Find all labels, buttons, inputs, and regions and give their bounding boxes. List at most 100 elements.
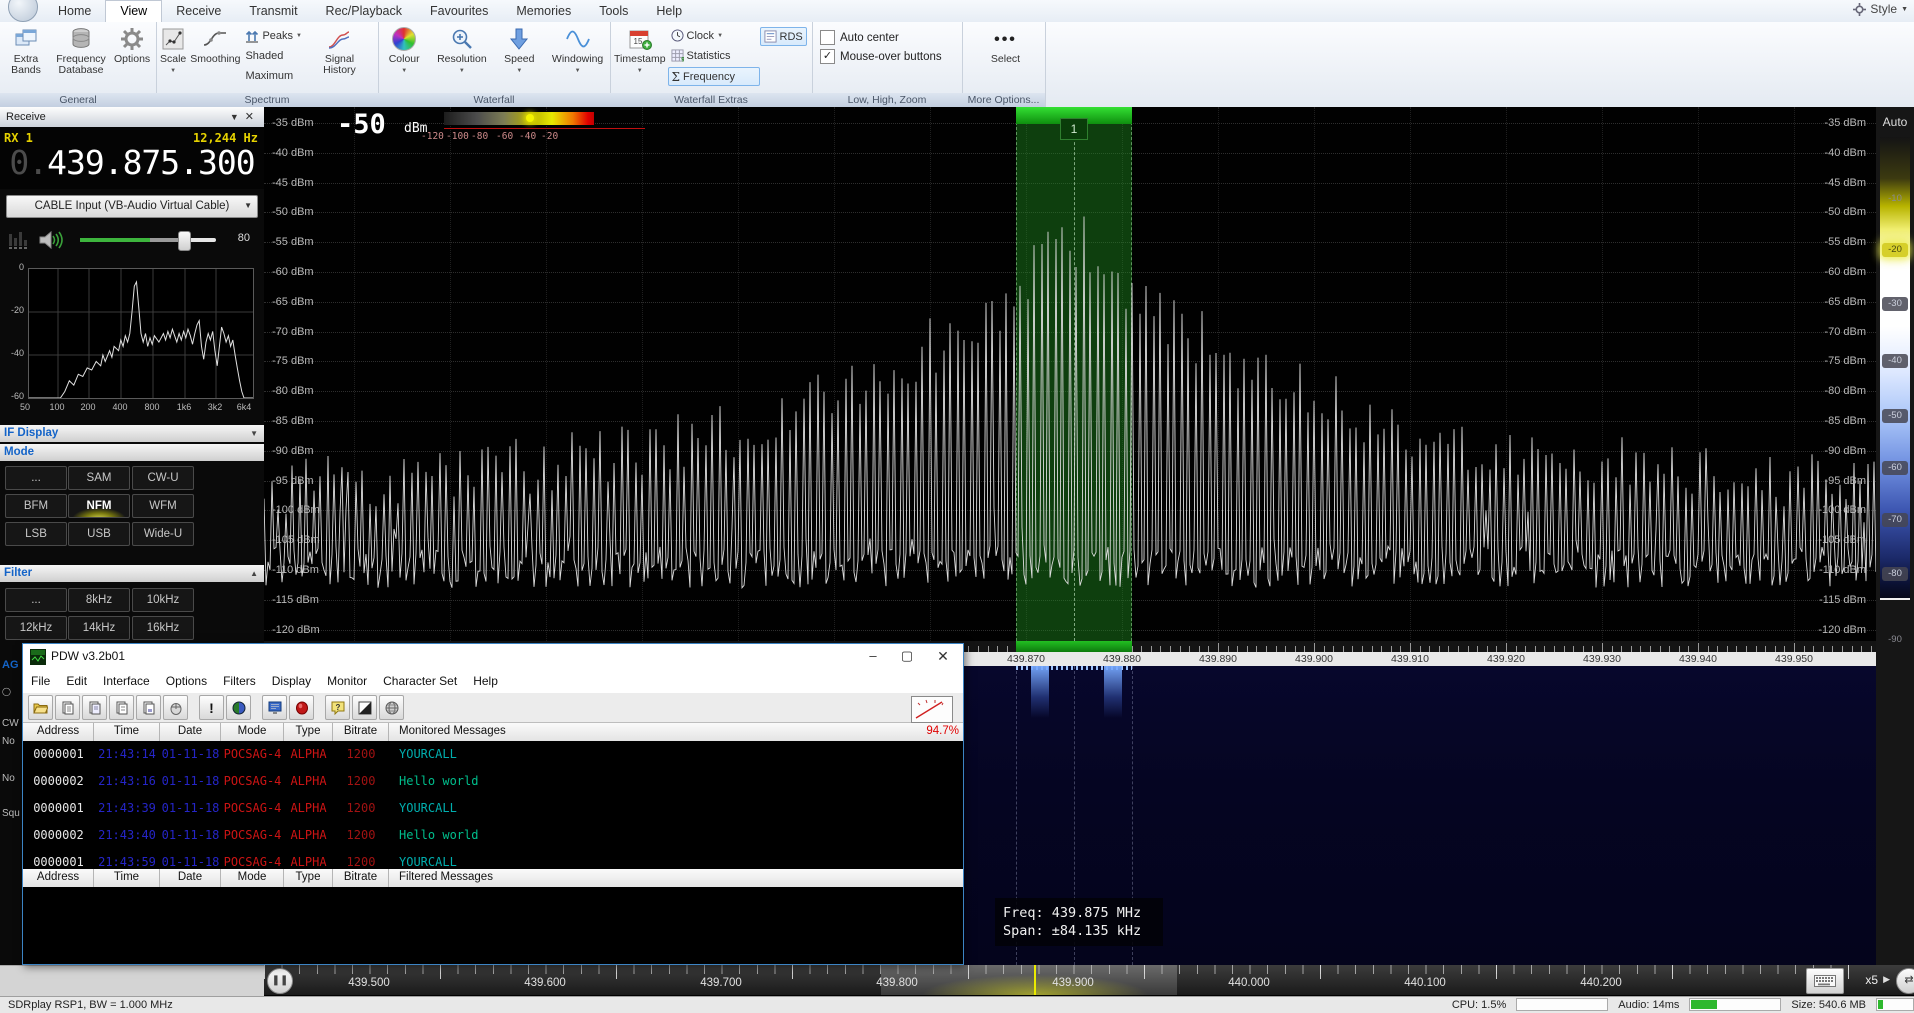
resolution-button[interactable]: Resolution ▼ — [435, 24, 489, 79]
document-button[interactable] — [109, 695, 134, 720]
filter-button-14khz[interactable]: 14kHz — [68, 616, 130, 640]
smoothing-button[interactable]: Smoothing — [188, 24, 242, 67]
spectrum-display[interactable]: 1 -35 dBm-35 dBm-40 dBm-40 dBm-45 dBm-45… — [264, 107, 1876, 641]
column-header-address[interactable]: Address — [23, 723, 94, 741]
column-header-bitrate[interactable]: Bitrate — [333, 869, 389, 887]
maximize-button[interactable]: ▢ — [891, 644, 923, 669]
record-button[interactable] — [289, 695, 314, 720]
filter-header[interactable]: Filter ▲ — [0, 565, 264, 582]
pdw-window[interactable]: PDW v3.2b01 – ▢ ✕ FileEditInterfaceOptio… — [22, 643, 964, 965]
column-header-type[interactable]: Type — [284, 869, 333, 887]
pdw-menu-file[interactable]: File — [23, 674, 58, 688]
audio-device-select[interactable]: CABLE Input (VB-Audio Virtual Cable) ▼ — [6, 195, 258, 218]
column-header-time[interactable]: Time — [94, 869, 160, 887]
range-tick-minus10[interactable]: -10 — [1882, 192, 1908, 206]
statistics-button[interactable]: 9 Statistics — [668, 47, 760, 64]
column-header-time[interactable]: Time — [94, 723, 160, 741]
span-expand-button[interactable]: ⇄ — [1896, 968, 1914, 994]
mode-header[interactable]: Mode — [0, 444, 264, 461]
rds-button[interactable]: RDS — [760, 27, 807, 46]
receive-panel-header[interactable]: Receive ▼✕ — [0, 107, 264, 127]
filter-button-[interactable]: ... — [5, 588, 67, 612]
column-header-address[interactable]: Address — [23, 869, 94, 887]
globe-button[interactable] — [226, 695, 251, 720]
column-header-date[interactable]: Date — [160, 869, 221, 887]
pause-button[interactable]: ❚❚ — [267, 968, 293, 994]
mode-button-bfm[interactable]: BFM — [5, 494, 67, 518]
world-button[interactable] — [379, 695, 404, 720]
speed-button[interactable]: Speed ▼ — [502, 24, 536, 79]
open-folder-button[interactable] — [28, 695, 53, 720]
column-header-bitrate[interactable]: Bitrate — [333, 723, 389, 741]
signal-history-button[interactable]: Signal History — [316, 24, 362, 78]
auto-center-checkbox[interactable]: Auto center — [820, 28, 899, 47]
range-tick-minus90[interactable]: -90 — [1882, 633, 1908, 647]
mode-button-usb[interactable]: USB — [68, 522, 130, 546]
clock-button[interactable]: Clock ▼ — [668, 27, 760, 44]
mode-button-wideu[interactable]: Wide-U — [132, 522, 194, 546]
column-header-messages[interactable]: Filtered Messages — [389, 869, 963, 887]
frequency-toggle-button[interactable]: Σ Frequency — [668, 67, 760, 86]
keyboard-button[interactable] — [1806, 968, 1844, 994]
band-navigation-bar[interactable]: 439.500439.600439.700439.800439.900440.0… — [264, 965, 1914, 995]
tab-transmit[interactable]: Transmit — [235, 1, 311, 22]
pdw-menu-character-set[interactable]: Character Set — [375, 674, 465, 688]
waterfall-colorbar[interactable] — [444, 112, 594, 125]
message-row[interactable]: 000000121:43:3901-11-18POCSAG-4ALPHA1200… — [23, 801, 963, 815]
filter-button-8khz[interactable]: 8kHz — [68, 588, 130, 612]
range-tick-minus70[interactable]: -70 — [1882, 513, 1908, 527]
mode-button-[interactable]: ... — [5, 466, 67, 490]
speaker-icon[interactable] — [38, 228, 64, 252]
column-header-mode[interactable]: Mode — [221, 723, 284, 741]
maximum-button[interactable]: Maximum — [242, 67, 316, 84]
timestamp-button[interactable]: 15 Timestamp ▼ — [612, 24, 668, 79]
range-tick-minus20[interactable]: -20 — [1882, 243, 1908, 257]
column-header-mode[interactable]: Mode — [221, 869, 284, 887]
help-button[interactable]: ? — [325, 695, 350, 720]
column-header-type[interactable]: Type — [284, 723, 333, 741]
zoom-multiplier[interactable]: x5 — [1865, 973, 1878, 987]
alert-button[interactable]: ! — [199, 695, 224, 720]
select-button[interactable]: ••• Select — [989, 24, 1022, 67]
message-row[interactable]: 000000221:43:1601-11-18POCSAG-4ALPHA1200… — [23, 774, 963, 788]
filter-button-12khz[interactable]: 12kHz — [5, 616, 67, 640]
frequency-database-button[interactable]: Frequency Database — [50, 24, 112, 78]
equalizer-icon[interactable] — [8, 230, 30, 250]
mode-button-lsb[interactable]: LSB — [5, 522, 67, 546]
tab-memories[interactable]: Memories — [502, 1, 585, 22]
tab-rec-playback[interactable]: Rec/Playback — [312, 1, 416, 22]
range-tick-minus50[interactable]: -50 — [1882, 409, 1908, 423]
mode-button-wfm[interactable]: WFM — [132, 494, 194, 518]
mode-button-cwu[interactable]: CW-U — [132, 466, 194, 490]
pdw-menu-options[interactable]: Options — [158, 674, 215, 688]
tab-home[interactable]: Home — [44, 1, 105, 22]
shaded-button[interactable]: Shaded — [242, 47, 316, 64]
pdw-menu-edit[interactable]: Edit — [58, 674, 95, 688]
document-button[interactable] — [55, 695, 80, 720]
column-header-date[interactable]: Date — [160, 723, 221, 741]
range-gradient-bar[interactable] — [1880, 137, 1910, 599]
message-row[interactable]: 000000121:43:5901-11-18POCSAG-4ALPHA1200… — [23, 855, 963, 869]
close-button[interactable]: ✕ — [927, 644, 959, 669]
radio-icon[interactable]: ◯ — [2, 687, 11, 696]
volume-slider[interactable] — [80, 238, 216, 242]
document-button[interactable] — [82, 695, 107, 720]
options-button[interactable]: Options — [112, 24, 152, 67]
pdw-title-bar[interactable]: PDW v3.2b01 – ▢ ✕ — [23, 644, 963, 669]
document-button[interactable] — [136, 695, 161, 720]
pdw-menu-monitor[interactable]: Monitor — [319, 674, 375, 688]
tab-view[interactable]: View — [105, 0, 162, 22]
pdw-menu-interface[interactable]: Interface — [95, 674, 158, 688]
pdw-menu-filters[interactable]: Filters — [215, 674, 264, 688]
tab-help[interactable]: Help — [642, 1, 696, 22]
mode-button-nfm[interactable]: NFM — [68, 494, 130, 518]
filter-button-16khz[interactable]: 16kHz — [132, 616, 194, 640]
filtered-messages-header[interactable]: AddressTimeDateModeTypeBitrateFiltered M… — [23, 869, 963, 888]
range-tick-minus60[interactable]: -60 — [1882, 461, 1908, 475]
range-tick-minus80[interactable]: -80 — [1882, 567, 1908, 581]
windowing-button[interactable]: Windowing ▼ — [550, 24, 605, 79]
close-icon[interactable]: ✕ — [245, 111, 260, 123]
zoom-step-arrow[interactable]: ▶ — [1883, 974, 1890, 985]
colour-button[interactable]: Colour ▼ — [387, 24, 422, 79]
contrast-button[interactable] — [352, 695, 377, 720]
